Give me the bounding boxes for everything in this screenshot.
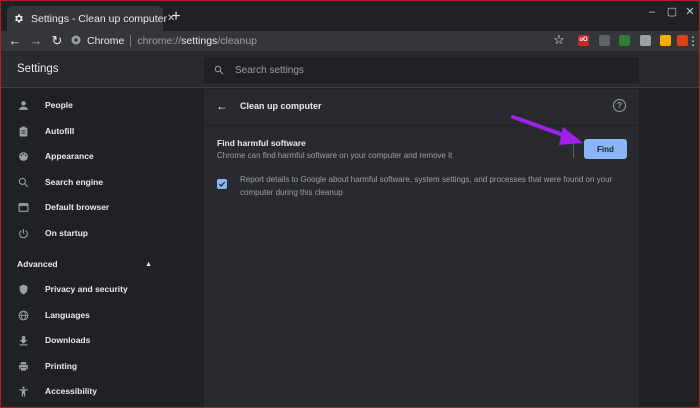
sidebar-item-label: Languages (45, 310, 90, 320)
sidebar-item-appearance[interactable]: Appearance (1, 146, 196, 166)
report-checkbox[interactable] (217, 179, 227, 189)
sidebar-item-label: Privacy and security (45, 284, 128, 294)
sidebar-item-label: Default browser (45, 202, 110, 212)
browser-icon (17, 201, 30, 214)
menu-dots-icon[interactable]: ⋮ (687, 34, 699, 48)
sidebar-item-on-startup[interactable]: On startup (1, 223, 196, 243)
section-title: Clean up computer (240, 101, 322, 111)
forward-arrow-icon[interactable]: → (28, 33, 44, 49)
minimize-icon[interactable]: – (645, 5, 659, 19)
find-harmful-description: Chrome can find harmful software on your… (217, 151, 453, 160)
settings-header: Settings (1, 51, 699, 88)
printer-icon (17, 360, 30, 373)
help-icon[interactable]: ? (613, 99, 626, 112)
evernote-icon[interactable] (619, 35, 630, 46)
url-text: chrome://settings/cleanup (137, 35, 258, 47)
sidebar-item-label: Accessibility (45, 386, 97, 396)
extension-gray-icon[interactable] (599, 35, 610, 46)
sidebar-item-label: Printing (45, 361, 78, 371)
search-icon (213, 64, 225, 76)
sidebar-item-label: On startup (45, 228, 88, 238)
search-icon (17, 176, 30, 189)
extension-doc-icon[interactable] (640, 35, 651, 46)
reload-icon[interactable]: ↻ (49, 33, 65, 49)
tab-settings[interactable]: Settings - Clean up computer ✕ (7, 6, 175, 31)
sidebar-item-accessibility[interactable]: Accessibility (1, 381, 196, 401)
find-button[interactable]: Find (584, 139, 627, 159)
browser-window: Settings - Clean up computer ✕ + – ▢ ✕ ←… (0, 0, 700, 408)
shield-icon (17, 283, 30, 296)
accessibility-icon (17, 385, 30, 398)
find-harmful-title: Find harmful software (217, 138, 306, 148)
clipboard-icon (17, 125, 30, 138)
sidebar-item-label: Appearance (45, 151, 94, 161)
search-box[interactable] (204, 57, 639, 83)
new-tab-button[interactable]: + (167, 8, 185, 26)
sidebar-item-default-browser[interactable]: Default browser (1, 197, 196, 217)
omnibox-separator (130, 35, 132, 47)
gear-icon (13, 12, 24, 26)
back-arrow-icon[interactable]: ← (7, 33, 23, 49)
sidebar: People Autofill Appearance Search engine… (1, 89, 201, 407)
sidebar-item-privacy[interactable]: Privacy and security (1, 279, 196, 299)
advanced-toggle[interactable]: Advanced ▲ (17, 256, 152, 272)
address-bar[interactable]: Chrome chrome://settings/cleanup (71, 32, 571, 50)
sidebar-item-autofill[interactable]: Autofill (1, 121, 196, 141)
sidebar-item-people[interactable]: People (1, 95, 196, 115)
sidebar-item-label: Autofill (45, 126, 75, 136)
tab-strip: Settings - Clean up computer ✕ + – ▢ ✕ (1, 1, 699, 31)
sidebar-item-printing[interactable]: Printing (1, 356, 196, 376)
annotation-arrow-icon (511, 115, 583, 145)
extension-color-icon[interactable] (660, 35, 671, 46)
power-icon (17, 227, 30, 240)
ublock-icon[interactable]: uO (578, 35, 589, 46)
sidebar-item-label: Downloads (45, 335, 91, 345)
person-icon (17, 99, 30, 112)
report-details-text: Report details to Google about harmful s… (240, 175, 613, 197)
sidebar-item-downloads[interactable]: Downloads (1, 330, 196, 350)
advanced-label: Advanced (17, 259, 58, 269)
bookmark-star-icon[interactable]: ☆ (552, 33, 566, 47)
sidebar-item-label: People (45, 100, 73, 110)
download-icon (17, 334, 30, 347)
tab-title: Settings - Clean up computer (31, 12, 167, 25)
chrome-logo-icon (71, 35, 81, 48)
checkmark-icon (218, 181, 226, 187)
maximize-icon[interactable]: ▢ (665, 5, 679, 19)
back-arrow-icon[interactable]: ← (215, 99, 229, 113)
toolbar: ← → ↻ Chrome chrome://settings/cleanup ☆… (1, 31, 699, 51)
globe-icon (17, 309, 30, 322)
right-background (641, 89, 699, 407)
sidebar-item-search-engine[interactable]: Search engine (1, 172, 196, 192)
site-name: Chrome (87, 35, 125, 47)
sidebar-item-label: Search engine (45, 177, 104, 187)
search-input[interactable] (235, 64, 615, 76)
page-title: Settings (17, 63, 59, 75)
caret-up-icon: ▲ (145, 260, 152, 268)
sidebar-item-languages[interactable]: Languages (1, 305, 196, 325)
close-window-icon[interactable]: ✕ (683, 5, 697, 19)
palette-icon (17, 150, 30, 163)
